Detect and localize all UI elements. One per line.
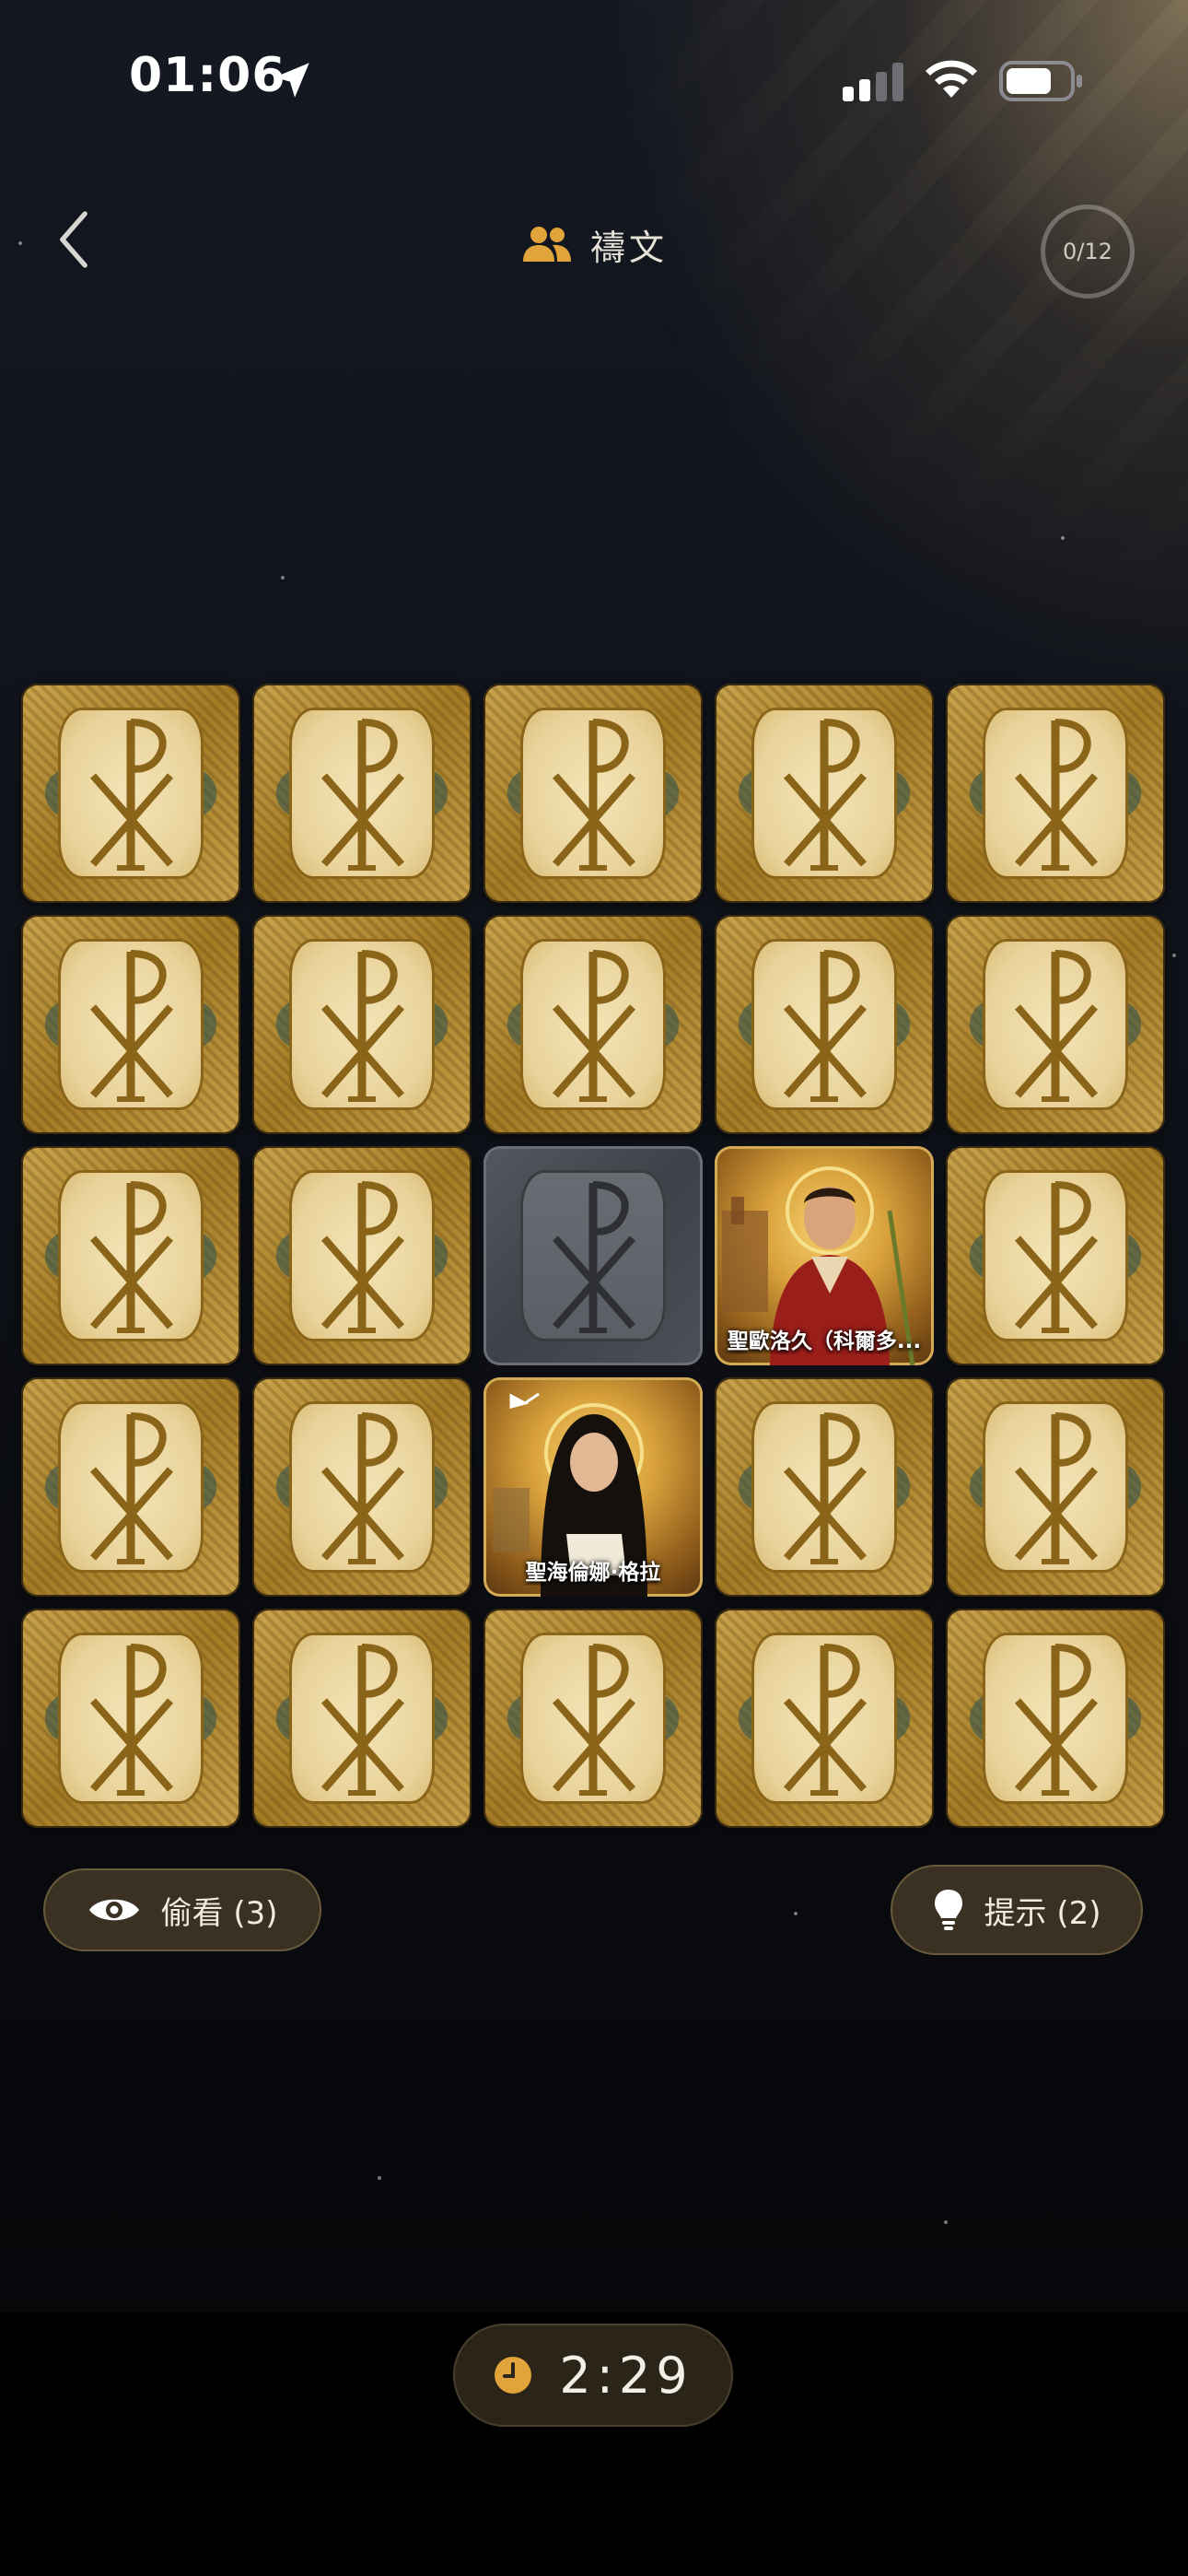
chi-rho-icon [89, 950, 174, 1102]
chi-rho-icon [1014, 950, 1099, 1102]
memory-card-back[interactable] [21, 684, 240, 903]
memory-card-back[interactable] [21, 1377, 240, 1597]
star [1061, 536, 1065, 540]
memory-card-back[interactable] [946, 1609, 1165, 1828]
card-grid: 聖歐洛久（科爾多... 聖海倫娜·格拉 [21, 684, 1167, 1828]
memory-card-back[interactable] [21, 1146, 240, 1365]
chi-rho-icon [783, 1412, 868, 1564]
location-arrow-icon [274, 63, 309, 98]
chi-rho-icon [89, 1644, 174, 1796]
chi-rho-icon [552, 719, 636, 871]
chi-rho-icon [552, 950, 636, 1102]
chi-rho-icon [1014, 1412, 1099, 1564]
page-title: 禱文 [589, 227, 668, 268]
countdown-timer: 2:29 [453, 2324, 733, 2427]
card-label: 聖海倫娜·格拉 [525, 1561, 661, 1585]
eye-icon [88, 1899, 139, 1921]
memory-card-back[interactable] [252, 684, 472, 903]
memory-card-back[interactable] [946, 684, 1165, 903]
memory-card-back[interactable] [21, 915, 240, 1134]
memory-card-back[interactable] [252, 915, 472, 1134]
star [1172, 954, 1176, 957]
star [378, 2176, 381, 2180]
chi-rho-icon [320, 1644, 405, 1796]
memory-card-back[interactable] [715, 1377, 934, 1597]
memory-card-back[interactable] [946, 1377, 1165, 1597]
chi-rho-icon [320, 950, 405, 1102]
chi-rho-icon [89, 719, 174, 871]
memory-card-matched[interactable] [483, 1146, 703, 1365]
memory-card-back[interactable] [715, 1609, 934, 1828]
memory-card-back[interactable] [21, 1609, 240, 1828]
chi-rho-icon [552, 1181, 636, 1333]
chi-rho-icon [89, 1181, 174, 1333]
chi-rho-icon [783, 950, 868, 1102]
card-label: 聖歐洛久（科爾多... [727, 1329, 922, 1353]
memory-card-back[interactable] [483, 915, 703, 1134]
star [281, 576, 285, 580]
chi-rho-icon [783, 719, 868, 871]
memory-card-back[interactable] [715, 915, 934, 1134]
memory-card-back[interactable] [946, 1146, 1165, 1365]
memory-card-back[interactable] [252, 1377, 472, 1597]
memory-card-back[interactable] [252, 1609, 472, 1828]
chi-rho-icon [783, 1644, 868, 1796]
chi-rho-icon [320, 1181, 405, 1333]
star [944, 2220, 948, 2224]
chi-rho-icon [89, 1412, 174, 1564]
lightbulb-icon [934, 1890, 962, 1930]
clock-icon [495, 2357, 532, 2394]
chi-rho-icon [320, 1412, 405, 1564]
chi-rho-icon [320, 719, 405, 871]
memory-card-back[interactable] [252, 1146, 472, 1365]
hint-button[interactable]: 提示 (2) [891, 1865, 1143, 1955]
page-title-area: 禱文 [0, 217, 1188, 272]
chi-rho-icon [1014, 1181, 1099, 1333]
memory-card-back[interactable] [483, 1609, 703, 1828]
chi-rho-icon [1014, 1644, 1099, 1796]
memory-card-face[interactable]: 聖歐洛久（科爾多... [715, 1146, 934, 1365]
memory-card-back[interactable] [483, 684, 703, 903]
hint-label: 提示 (2) [984, 1894, 1101, 1932]
star [794, 1912, 798, 1915]
chi-rho-icon [552, 1644, 636, 1796]
timer-value: 2:29 [559, 2346, 693, 2405]
memory-card-face[interactable]: 聖海倫娜·格拉 [483, 1377, 703, 1597]
peek-label: 偷看 (3) [160, 1894, 278, 1932]
status-time: 01:06 [129, 48, 286, 103]
chi-rho-icon [1014, 719, 1099, 871]
memory-card-back[interactable] [946, 915, 1165, 1134]
peek-button[interactable]: 偷看 (3) [43, 1868, 321, 1951]
wifi-icon [926, 60, 977, 98]
battery-icon [999, 61, 1082, 101]
memory-card-back[interactable] [715, 684, 934, 903]
people-icon [522, 227, 571, 262]
match-progress: 0/12 [1041, 205, 1135, 299]
cellular-signal-icon [843, 63, 903, 101]
